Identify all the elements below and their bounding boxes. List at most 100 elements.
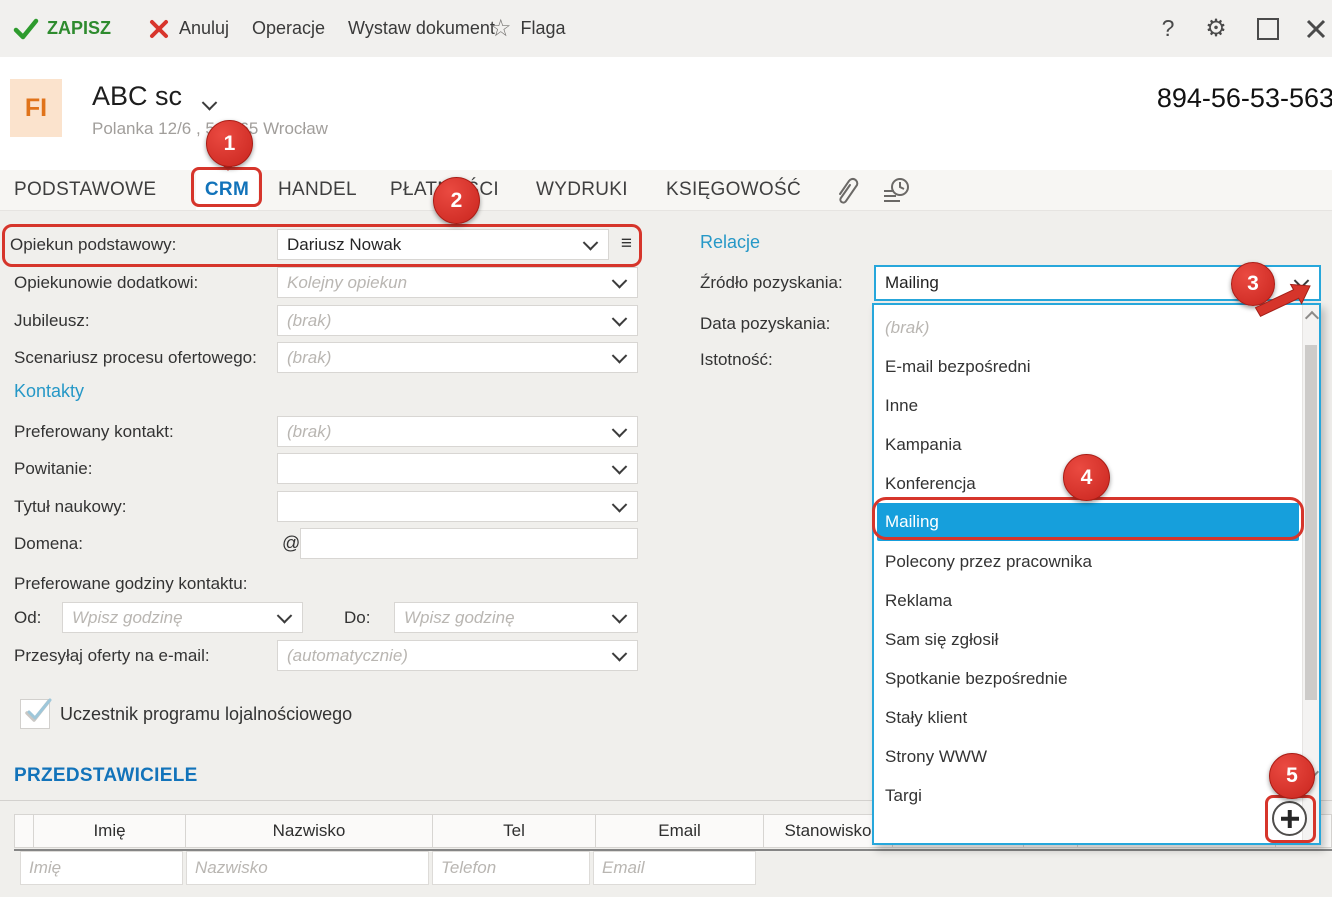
powitanie-label: Powitanie:	[14, 453, 92, 484]
telefon-input[interactable]: Telefon	[432, 851, 590, 885]
nazwisko-placeholder: Nazwisko	[195, 858, 268, 878]
maximize-button[interactable]	[1256, 0, 1280, 57]
operations-label: Operacje	[252, 18, 325, 39]
dropdown-option-email-bezposredni[interactable]: E-mail bezpośredni	[877, 347, 1299, 386]
tab-ksiegowosc[interactable]: KSIĘGOWOŚĆ	[666, 170, 801, 210]
do-label: Do:	[344, 602, 370, 633]
table-new-row: Imię Nazwisko Telefon Email	[20, 851, 756, 886]
dropdown-option-targi[interactable]: Targi	[877, 776, 1299, 815]
tab-wydruki[interactable]: WYDRUKI	[536, 170, 628, 210]
scrollbar-thumb[interactable]	[1305, 345, 1317, 700]
cancel-button[interactable]: Anuluj	[148, 0, 229, 57]
dropdown-option-strony-www[interactable]: Strony WWW	[877, 737, 1299, 776]
col-tel[interactable]: Tel	[432, 814, 595, 848]
loyalty-checkbox[interactable]	[20, 699, 50, 729]
przedstawiciele-title: PRZEDSTAWICIELE	[14, 765, 198, 787]
attachments-button[interactable]	[832, 170, 860, 210]
col-email[interactable]: Email	[595, 814, 763, 848]
cancel-label: Anuluj	[179, 18, 229, 39]
zrodlo-pozyskania-value: Mailing	[885, 273, 939, 293]
close-icon	[1305, 18, 1327, 40]
save-label: ZAPISZ	[47, 18, 111, 39]
issue-document-label: Wystaw dokument	[348, 18, 495, 39]
annotation-box-mailing-option	[872, 497, 1304, 540]
tytul-naukowy-field[interactable]	[277, 491, 638, 522]
chevron-down-icon[interactable]	[277, 608, 293, 624]
annotation-circle-1: 1	[206, 120, 253, 167]
col-nazwisko[interactable]: Nazwisko	[185, 814, 432, 848]
chevron-down-icon[interactable]	[612, 348, 628, 364]
history-button[interactable]	[880, 170, 912, 210]
chevron-down-icon[interactable]	[612, 459, 628, 475]
opiekunowie-dodatkowi-label: Opiekunowie dodatkowi:	[14, 267, 198, 298]
chevron-down-icon[interactable]	[612, 273, 628, 289]
email-placeholder: Email	[602, 858, 645, 878]
oferty-email-field[interactable]: (automatycznie)	[277, 640, 638, 671]
toolbar: ZAPISZ Anuluj Operacje Wystaw dokument ☆…	[0, 0, 1332, 58]
annotation-circle-4: 4	[1063, 454, 1110, 501]
scenariusz-placeholder: (brak)	[287, 348, 331, 368]
chevron-down-icon[interactable]	[612, 646, 628, 662]
jubileusz-label: Jubileusz:	[14, 305, 90, 336]
tytul-naukowy-label: Tytuł naukowy:	[14, 491, 126, 522]
domena-field[interactable]	[300, 528, 638, 559]
flag-button[interactable]: ☆ Flaga	[490, 0, 566, 57]
dropdown-option-reklama[interactable]: Reklama	[877, 581, 1299, 620]
preferowany-kontakt-field[interactable]: (brak)	[277, 416, 638, 447]
save-button[interactable]: ZAPISZ	[13, 0, 111, 57]
dropdown-option-brak[interactable]: (brak)	[877, 308, 1299, 347]
star-icon: ☆	[490, 14, 512, 43]
od-label: Od:	[14, 602, 41, 633]
option-label: (brak)	[885, 318, 929, 338]
data-pozyskania-label: Data pozyskania:	[700, 308, 830, 339]
scenariusz-field[interactable]: (brak)	[277, 342, 638, 373]
gear-icon: ⚙	[1205, 14, 1227, 43]
imie-input[interactable]: Imię	[20, 851, 183, 885]
powitanie-field[interactable]	[277, 453, 638, 484]
settings-button[interactable]: ⚙	[1203, 0, 1229, 57]
annotation-circle-5: 5	[1269, 753, 1315, 799]
tab-handel[interactable]: HANDEL	[278, 170, 357, 210]
dropdown-option-staly-klient[interactable]: Stały klient	[877, 698, 1299, 737]
jubileusz-placeholder: (brak)	[287, 311, 331, 331]
relacje-section-title: Relacje	[700, 232, 760, 253]
preferowany-placeholder: (brak)	[287, 422, 331, 442]
jubileusz-field[interactable]: (brak)	[277, 305, 638, 336]
company-expand-chevron-icon[interactable]	[202, 95, 218, 111]
zrodlo-dropdown-list: (brak) E-mail bezpośredni Inne Kampania …	[872, 303, 1321, 845]
help-button[interactable]: ?	[1156, 0, 1180, 57]
nazwisko-input[interactable]: Nazwisko	[186, 851, 429, 885]
close-button[interactable]	[1303, 0, 1329, 57]
opiekunowie-dodatkowi-field[interactable]: Kolejny opiekun	[277, 267, 638, 298]
dropdown-option-spotkanie[interactable]: Spotkanie bezpośrednie	[877, 659, 1299, 698]
annotation-box-crm-tab	[191, 167, 262, 207]
record-header: FI ABC sc Polanka 12/6 , 54-365 Wrocław …	[0, 57, 1332, 170]
crm-record-window: ZAPISZ Anuluj Operacje Wystaw dokument ☆…	[0, 0, 1332, 897]
dropdown-option-sam-sie-zglosil[interactable]: Sam się zgłosił	[877, 620, 1299, 659]
company-name: ABC sc	[92, 81, 182, 112]
email-input[interactable]: Email	[593, 851, 756, 885]
tab-podstawowe[interactable]: PODSTAWOWE	[14, 170, 156, 210]
tax-id: 894-56-53-563	[1157, 83, 1332, 114]
dropdown-option-polecony[interactable]: Polecony przez pracownika	[877, 542, 1299, 581]
telefon-placeholder: Telefon	[441, 858, 496, 878]
flag-label: Flaga	[521, 18, 566, 39]
operations-menu[interactable]: Operacje	[252, 0, 325, 57]
scenariusz-label: Scenariusz procesu ofertowego:	[14, 342, 257, 373]
col-imie[interactable]: Imię	[33, 814, 185, 848]
opiekunowie-placeholder: Kolejny opiekun	[287, 273, 407, 293]
help-icon: ?	[1162, 15, 1175, 42]
maximize-icon	[1257, 18, 1279, 40]
at-sign-prefix: @	[282, 528, 300, 559]
dropdown-option-inne[interactable]: Inne	[877, 386, 1299, 425]
istotnosc-label: Istotność:	[700, 344, 773, 375]
chevron-down-icon[interactable]	[612, 497, 628, 513]
od-field[interactable]: Wpisz godzinę	[62, 602, 303, 633]
paperclip-icon	[832, 175, 860, 205]
chevron-down-icon[interactable]	[612, 608, 628, 624]
do-field[interactable]: Wpisz godzinę	[394, 602, 638, 633]
chevron-down-icon[interactable]	[612, 422, 628, 438]
chevron-down-icon[interactable]	[612, 311, 628, 327]
issue-document-menu[interactable]: Wystaw dokument	[348, 0, 495, 57]
kontakty-section-title: Kontakty	[14, 381, 84, 402]
